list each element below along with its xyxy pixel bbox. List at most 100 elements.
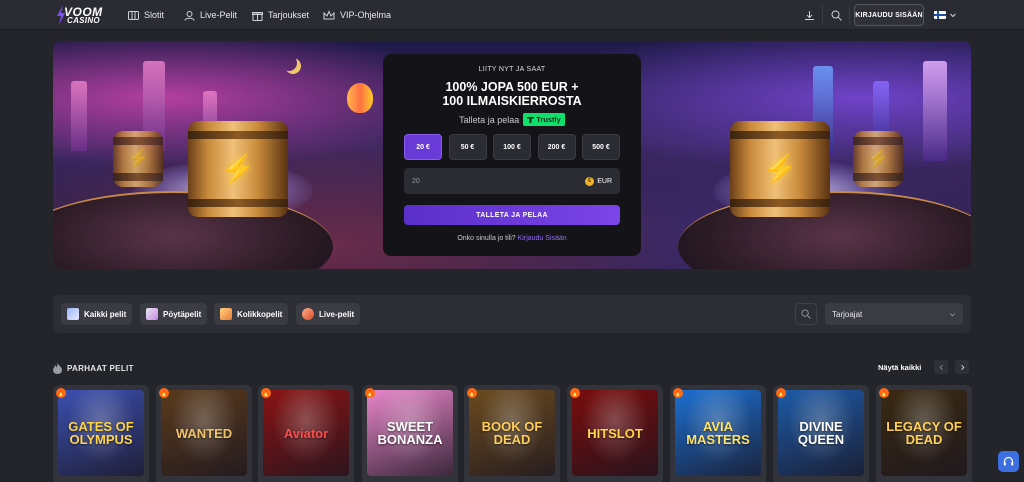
filter-live-games[interactable]: Live-pelit (296, 303, 361, 325)
promo-subline: Talleta ja pelaa Trustly (383, 113, 641, 126)
deposit-amount-options: 20 € 50 € 100 € 200 € 500 € (404, 134, 620, 160)
game-thumbnail[interactable]: SWEET BONANZA (367, 390, 453, 476)
best-games-title-text: PARHAAT PELIT (67, 363, 134, 373)
hot-badge-icon: 🔥 (365, 388, 375, 398)
game-card[interactable]: BOOK OF DEAD 🔥 (464, 385, 560, 482)
amount-option-500[interactable]: 500 € (582, 134, 620, 160)
hot-badge-icon: 🔥 (467, 388, 477, 398)
lightning-icon: ⚡ (126, 148, 150, 169)
game-card[interactable]: GATES OF OLYMPUS 🔥 (53, 385, 149, 482)
voom-casino-logo[interactable]: VOOM CASINO (57, 3, 107, 27)
slot-machine-icon (220, 308, 232, 320)
hot-badge-icon: 🔥 (776, 388, 786, 398)
balloon-illustration (347, 83, 373, 113)
game-thumbnail[interactable]: Aviator (263, 390, 349, 476)
show-all-link[interactable]: Näytä kaikki (878, 363, 921, 372)
cards-icon (146, 308, 158, 320)
live-games-icon (184, 10, 195, 21)
headset-icon (1003, 456, 1014, 466)
amount-option-200[interactable]: 200 € (537, 134, 576, 160)
login-button[interactable]: KIRJAUDU SISÄÄN (854, 4, 924, 26)
search-icon (831, 10, 842, 21)
game-card[interactable]: LEGACY OF DEAD 🔥 (876, 385, 972, 482)
game-thumbnail[interactable]: WANTED (161, 390, 247, 476)
moon-icon (281, 55, 297, 71)
nav-vip[interactable]: VIP-Ohjelma (323, 7, 391, 23)
currency-label: € EUR (585, 176, 612, 186)
lightning-icon: ⚡ (762, 153, 798, 185)
city-tower (71, 81, 87, 151)
game-title: Aviator (283, 425, 329, 441)
game-thumbnail[interactable]: LEGACY OF DEAD (881, 390, 967, 476)
hot-badge-icon: 🔥 (261, 388, 271, 398)
account-question: Onko sinulla jo tili? (457, 235, 516, 242)
game-search-button[interactable] (795, 303, 817, 325)
game-thumbnail[interactable]: BOOK OF DEAD (469, 390, 555, 476)
best-games-title: PARHAAT PELIT (53, 361, 134, 375)
filter-slot-games[interactable]: Kolikkopelit (214, 303, 289, 325)
filter-live-games-label: Live-pelit (319, 309, 355, 319)
game-thumbnail[interactable]: AVIA MASTERS (675, 390, 761, 476)
chevron-left-icon (939, 364, 943, 370)
game-thumbnail[interactable]: DIVINE QUEEN (778, 390, 864, 476)
game-card[interactable]: AVIA MASTERS 🔥 (670, 385, 766, 482)
all-games-icon (67, 308, 79, 320)
support-chat-button[interactable] (998, 451, 1019, 472)
game-title: SWEET BONANZA (377, 419, 443, 447)
filter-all-games[interactable]: Kaikki pelit (61, 303, 133, 325)
nav-promotions[interactable]: Tarjoukset (252, 7, 309, 23)
promo-headline-line1: 100% JOPA 500 EUR + (445, 80, 579, 94)
hot-badge-icon: 🔥 (879, 388, 889, 398)
nav-slots[interactable]: Slotit (128, 7, 164, 23)
amount-option-100[interactable]: 100 € (493, 134, 531, 160)
trustly-badge: Trustly (523, 113, 565, 126)
game-card[interactable]: Aviator 🔥 (258, 385, 354, 482)
game-title: WANTED (175, 425, 233, 441)
live-dealer-icon (302, 308, 314, 320)
filter-table-games-label: Pöytäpelit (163, 309, 202, 319)
trustly-icon (527, 117, 535, 123)
download-button[interactable] (798, 4, 820, 26)
game-title: AVIA MASTERS (686, 419, 750, 447)
game-card[interactable]: HITSLOT 🔥 (567, 385, 663, 482)
game-title: LEGACY OF DEAD (886, 419, 962, 447)
game-card[interactable]: SWEET BONANZA 🔥 (362, 385, 458, 482)
amount-option-20[interactable]: 20 € (404, 134, 442, 160)
game-thumbnail[interactable]: HITSLOT (572, 390, 658, 476)
slots-icon (128, 10, 139, 20)
amount-option-50[interactable]: 50 € (448, 134, 487, 160)
filter-all-games-label: Kaikki pelit (84, 309, 127, 319)
deposit-and-play-button[interactable]: TALLETA JA PELAA (404, 205, 620, 225)
signup-promo-card: LIITY NYT JA SAAT 100% JOPA 500 EUR + 10… (383, 54, 641, 256)
game-card[interactable]: WANTED 🔥 (156, 385, 252, 482)
gift-icon (252, 11, 263, 21)
language-selector[interactable] (934, 8, 958, 22)
nav-live-games-label: Live-Pelit (200, 10, 238, 20)
game-title: HITSLOT (587, 425, 643, 441)
scroll-left-button[interactable] (934, 360, 948, 374)
nav-live-games[interactable]: Live-Pelit (184, 7, 237, 23)
nav-vip-label: VIP-Ohjelma (340, 10, 392, 20)
hot-badge-icon: 🔥 (673, 388, 683, 398)
promo-eyebrow: LIITY NYT JA SAAT (478, 66, 546, 73)
fire-icon (53, 362, 62, 374)
header-divider (849, 5, 850, 25)
nav-promotions-label: Tarjoukset (268, 10, 310, 20)
chevron-down-icon (950, 312, 955, 316)
promo-headline-line2: 100 ILMAISKIERROSTA (442, 94, 582, 108)
chevron-down-icon (950, 13, 956, 18)
promo-subline-text: Talleta ja pelaa (459, 114, 520, 125)
euro-coin-icon: € (585, 176, 595, 186)
deposit-amount-input[interactable]: 20 € EUR (404, 168, 620, 194)
trustly-label: Trustly (536, 115, 561, 124)
scroll-right-button[interactable] (955, 360, 969, 374)
filter-table-games[interactable]: Pöytäpelit (140, 303, 208, 325)
hot-badge-icon: 🔥 (56, 388, 66, 398)
lightning-icon: ⚡ (220, 153, 256, 185)
game-thumbnail[interactable]: GATES OF OLYMPUS (58, 390, 144, 476)
slot-reel-large: ⚡ (730, 121, 830, 217)
game-card[interactable]: DIVINE QUEEN 🔥 (773, 385, 869, 482)
search-button[interactable] (825, 4, 847, 26)
login-link[interactable]: Kirjaudu Sisään (518, 235, 567, 242)
providers-dropdown[interactable]: Tarjoajat (825, 303, 963, 325)
